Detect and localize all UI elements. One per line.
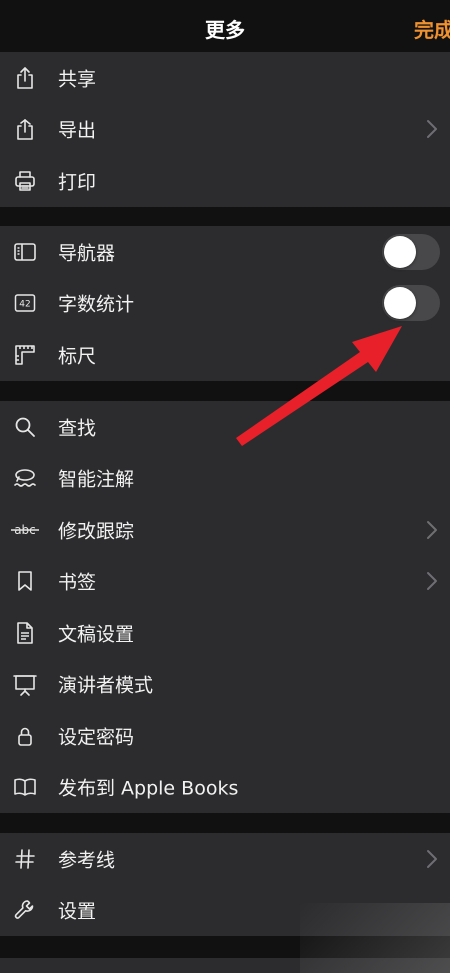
chevron-right-icon — [426, 520, 438, 540]
book-icon — [12, 774, 38, 800]
track-changes-icon: abc — [11, 517, 39, 543]
menu-item-publish-apple-books[interactable]: 发布到 Apple Books — [0, 762, 450, 814]
word-count-icon-text: 42 — [19, 300, 30, 310]
sidebar-icon — [12, 239, 38, 265]
menu-item-label: 修改跟踪 — [58, 520, 135, 543]
menu-item-label: 标尺 — [58, 345, 97, 368]
menu-item-export[interactable]: 导出 — [0, 104, 450, 156]
menu-item-label: 发布到 Apple Books — [58, 777, 239, 800]
menu-item-navigator[interactable]: 导航器 — [0, 226, 450, 278]
export-icon — [12, 116, 38, 142]
menu-item-guides[interactable]: 参考线 — [0, 833, 450, 885]
lock-icon — [12, 723, 38, 749]
menu-item-presenter-mode[interactable]: 演讲者模式 — [0, 659, 450, 711]
menu-item-find[interactable]: 查找 — [0, 401, 450, 453]
menu-item-track-changes[interactable]: abc 修改跟踪 — [0, 504, 450, 556]
menu-item-word-count[interactable]: 42 字数统计 — [0, 278, 450, 330]
menu-item-label: 智能注解 — [58, 468, 135, 491]
printer-icon — [12, 168, 38, 194]
more-menu-screen: 更多 完成 共享 导出 打印 导航器 42 字数统计 标尺 查找 智能注解 ab… — [0, 0, 450, 973]
watermark — [300, 903, 450, 973]
menu-item-label: 设定密码 — [58, 726, 135, 749]
word-count-icon: 42 — [12, 290, 38, 316]
menu-item-label: 共享 — [58, 68, 97, 91]
menu-item-document-setup[interactable]: 文稿设置 — [0, 607, 450, 659]
menu-item-label: 导出 — [58, 119, 97, 142]
menu-group-tools: 查找 智能注解 abc 修改跟踪 书签 文稿设置 演讲者模式 设定密码 发布到 … — [0, 401, 450, 813]
document-icon — [12, 620, 38, 646]
hashtag-icon — [12, 846, 38, 872]
menu-item-smart-annotation[interactable]: 智能注解 — [0, 453, 450, 505]
toggle-knob — [384, 235, 416, 268]
toggle-knob — [384, 287, 416, 320]
presenter-icon — [12, 671, 38, 697]
chevron-right-icon — [426, 849, 438, 869]
menu-item-label: 参考线 — [58, 849, 116, 872]
word-count-toggle[interactable] — [382, 285, 440, 322]
menu-item-print[interactable]: 打印 — [0, 155, 450, 207]
menu-item-label: 查找 — [58, 417, 97, 440]
menu-item-share[interactable]: 共享 — [0, 52, 450, 104]
done-button[interactable]: 完成 — [414, 14, 450, 43]
menu-item-ruler[interactable]: 标尺 — [0, 329, 450, 381]
chevron-right-icon — [426, 119, 438, 139]
menu-item-bookmarks[interactable]: 书签 — [0, 556, 450, 608]
menu-item-label: 打印 — [58, 171, 97, 194]
navigation-bar: 更多 完成 — [0, 0, 450, 52]
menu-group-share: 共享 导出 打印 — [0, 52, 450, 207]
smart-annotation-icon — [12, 465, 38, 491]
search-icon — [12, 414, 38, 440]
menu-item-label: 演讲者模式 — [58, 674, 154, 697]
navigator-toggle[interactable] — [382, 233, 440, 270]
menu-group-view: 导航器 42 字数统计 标尺 — [0, 226, 450, 381]
share-icon — [12, 65, 38, 91]
menu-item-set-password[interactable]: 设定密码 — [0, 710, 450, 762]
chevron-right-icon — [426, 571, 438, 591]
menu-item-label: 字数统计 — [58, 293, 135, 316]
ruler-icon — [12, 342, 38, 368]
menu-item-label: 文稿设置 — [58, 623, 135, 646]
page-title: 更多 — [205, 18, 245, 42]
menu-item-label: 书签 — [58, 571, 97, 594]
menu-item-label: 设置 — [58, 900, 97, 923]
wrench-icon — [12, 897, 38, 923]
menu-item-label: 导航器 — [58, 242, 116, 265]
bookmark-icon — [12, 568, 38, 594]
